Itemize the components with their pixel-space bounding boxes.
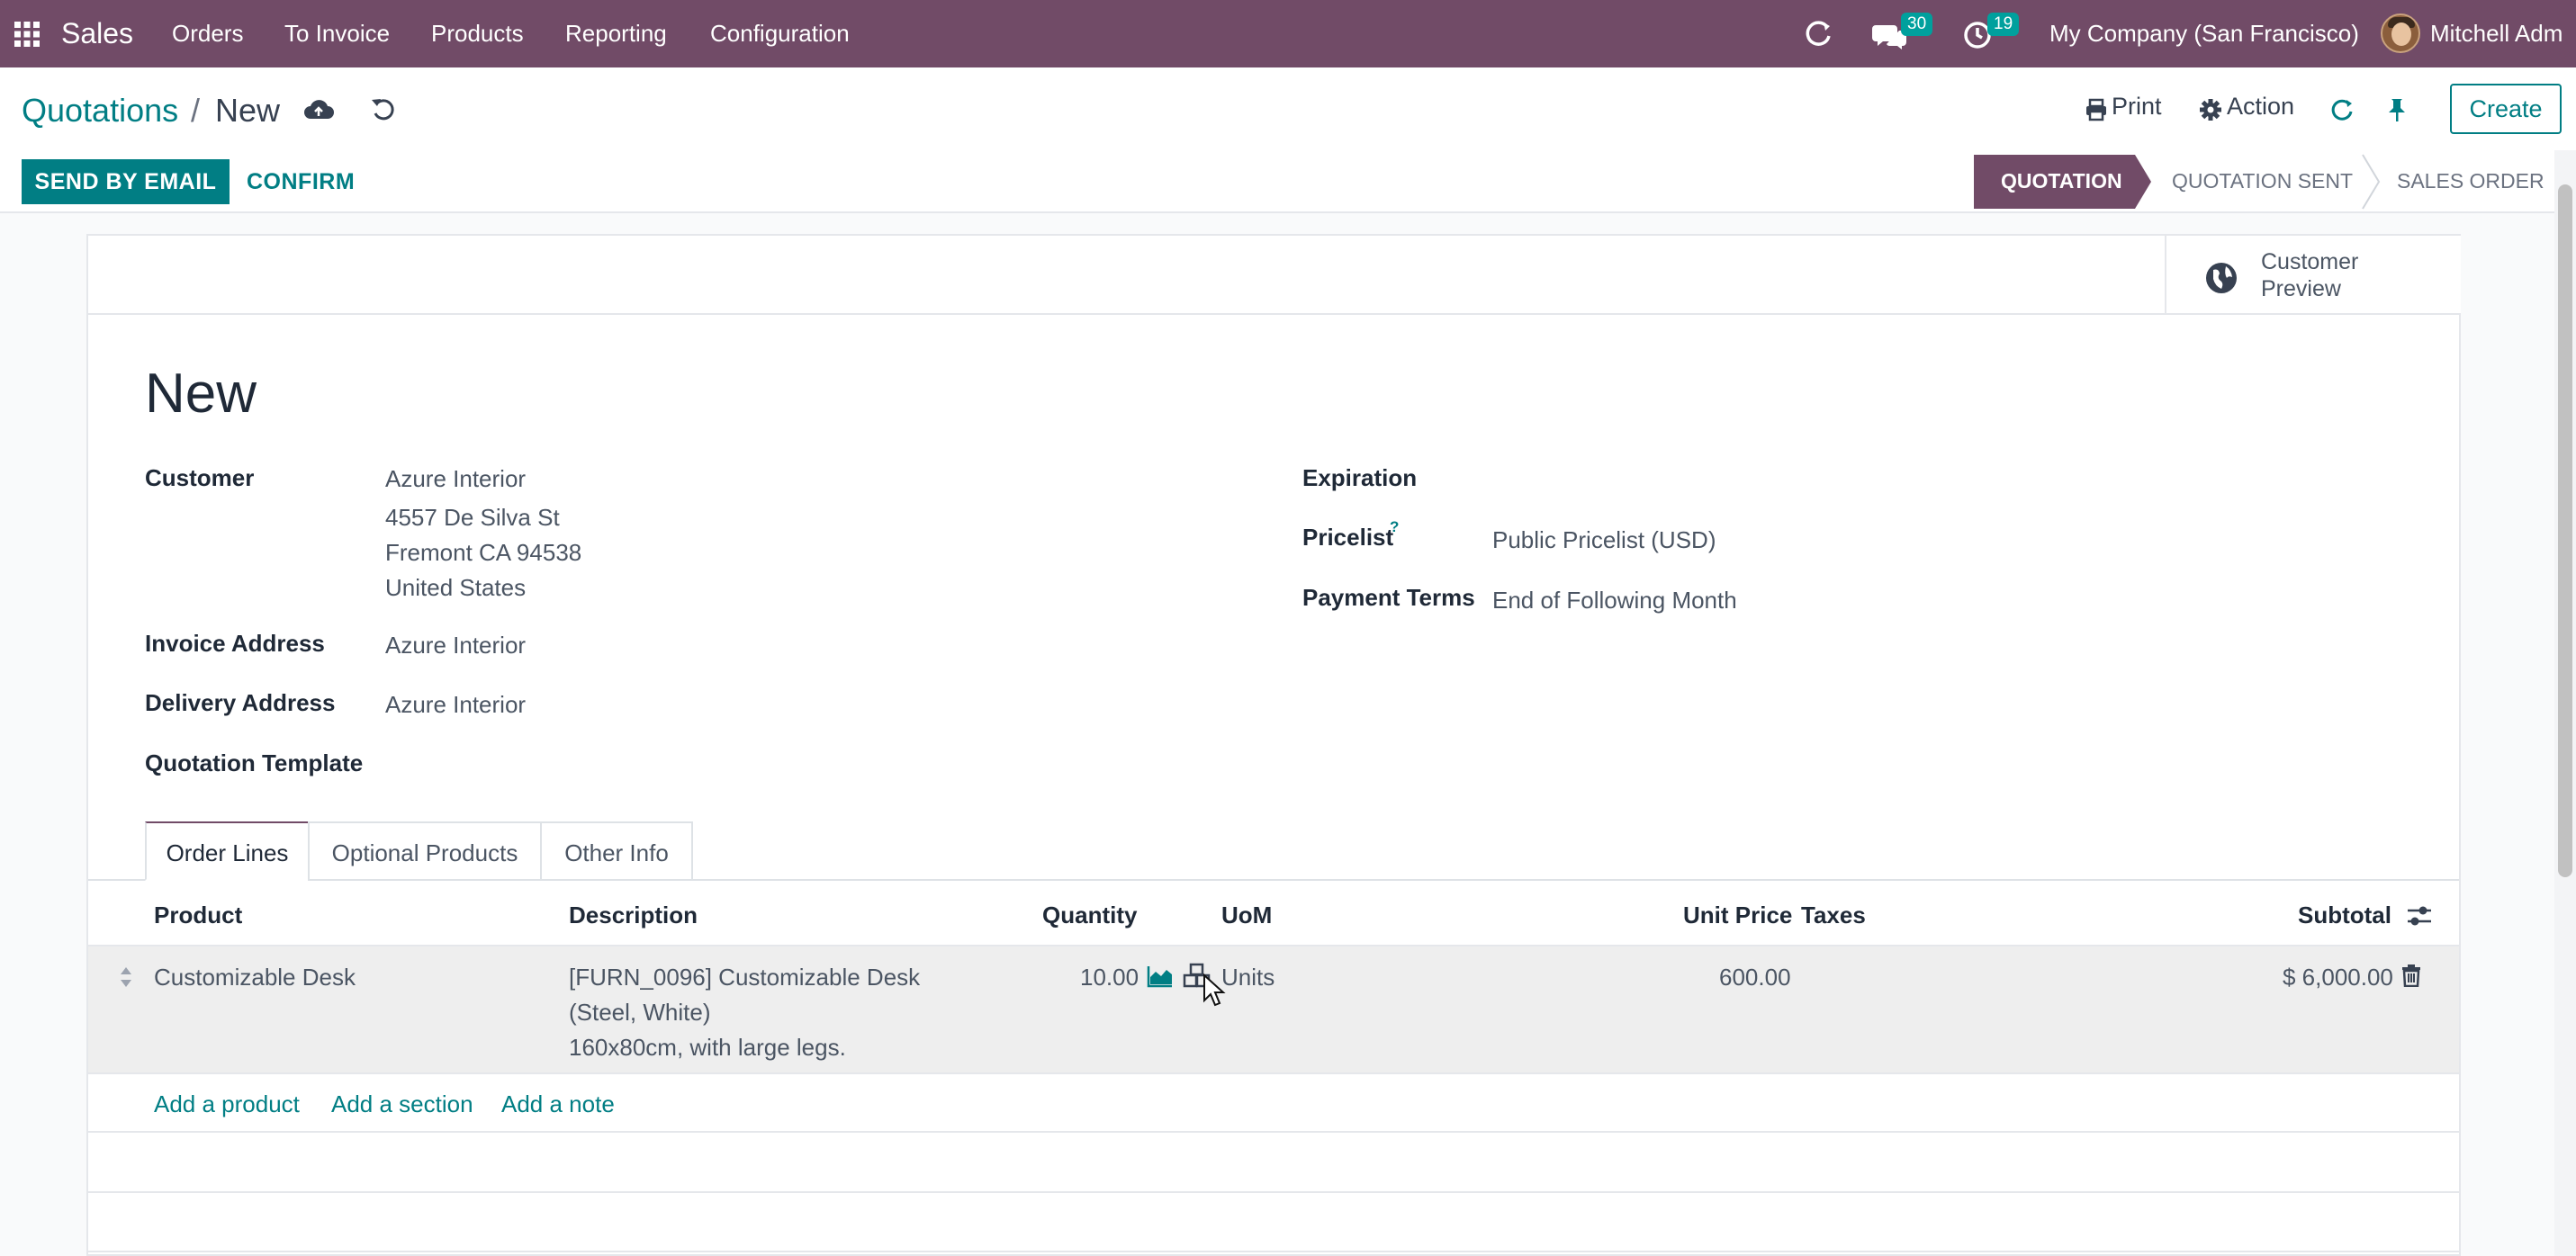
button-box-divider — [88, 313, 2459, 315]
row-unit-price[interactable]: 600.00 — [1719, 964, 1791, 991]
row-subtotal: $ 6,000.00 — [2283, 964, 2393, 991]
empty-row-divider — [88, 1131, 2459, 1133]
breadcrumb-separator: / — [191, 92, 201, 129]
empty-row-divider — [88, 1191, 2459, 1193]
forecast-chart-icon[interactable] — [1147, 964, 1174, 988]
activities-count-badge: 19 — [1987, 13, 2020, 36]
stage-quotation[interactable]: QUOTATION — [2001, 154, 2122, 208]
discard-undo-icon[interactable] — [369, 95, 398, 124]
customer-field[interactable]: Azure Interior — [385, 465, 526, 493]
empty-row-divider — [88, 1251, 2459, 1252]
menu-reporting[interactable]: Reporting — [565, 0, 667, 67]
menu-configuration[interactable]: Configuration — [710, 0, 850, 67]
expiration-label: Expiration — [1302, 464, 1418, 491]
tab-order-lines[interactable]: Order Lines — [145, 821, 310, 881]
breadcrumb-current: New — [215, 92, 281, 129]
optional-columns-toggle-icon[interactable] — [2406, 903, 2433, 929]
add-section-link[interactable]: Add a section — [331, 1090, 473, 1118]
add-note-link[interactable]: Add a note — [501, 1090, 615, 1118]
trash-icon[interactable] — [2401, 964, 2421, 988]
breadcrumb-quotations[interactable]: Quotations — [22, 92, 178, 130]
row-product[interactable]: Customizable Desk — [154, 964, 356, 991]
apps-menu-icon[interactable] — [13, 20, 41, 49]
customer-label: Customer — [145, 464, 255, 491]
print-button[interactable]: Print — [2112, 93, 2162, 121]
customer-address-line: United States — [385, 574, 527, 601]
add-product-link[interactable]: Add a product — [154, 1090, 300, 1118]
row-description-line[interactable]: 160x80cm, with large legs. — [569, 1034, 846, 1062]
send-by-email-button[interactable]: SEND BY EMAIL — [22, 159, 230, 204]
column-unit-price[interactable]: Unit Price — [1683, 902, 1792, 929]
action-button[interactable]: Action — [2227, 93, 2294, 121]
globe-icon — [2204, 261, 2238, 295]
menu-products[interactable]: Products — [431, 0, 524, 67]
customer-preview-line2: Preview — [2261, 276, 2341, 301]
row-uom[interactable]: Units — [1221, 964, 1274, 991]
column-product[interactable]: Product — [154, 902, 242, 929]
chatter-sync-icon[interactable] — [2329, 97, 2355, 122]
stage-quotation-sent[interactable]: QUOTATION SENT — [2172, 154, 2353, 208]
save-cloud-icon[interactable] — [302, 97, 335, 122]
confirm-button[interactable]: CONFIRM — [247, 159, 355, 204]
user-avatar[interactable] — [2381, 13, 2420, 53]
row-divider — [88, 1072, 2459, 1074]
pricelist-help-tooltip[interactable]: ? — [1390, 518, 1399, 536]
column-description[interactable]: Description — [569, 902, 698, 929]
tab-optional-products[interactable]: Optional Products — [308, 821, 542, 881]
payment-terms-label: Payment Terms — [1302, 584, 1475, 611]
tab-other-info[interactable]: Other Info — [540, 821, 693, 881]
print-icon[interactable] — [2085, 98, 2108, 121]
menu-to-invoice[interactable]: To Invoice — [284, 0, 390, 67]
user-menu[interactable]: Mitchell Adm — [2430, 0, 2562, 67]
quotation-template-field[interactable] — [385, 743, 1195, 779]
menu-orders[interactable]: Orders — [172, 0, 243, 67]
quotation-template-label: Quotation Template — [145, 749, 364, 776]
drag-handle-icon[interactable] — [119, 965, 133, 989]
company-switcher[interactable]: My Company (San Francisco) — [2049, 0, 2359, 67]
gear-icon[interactable] — [2199, 98, 2222, 121]
invoice-address-label: Invoice Address — [145, 630, 325, 657]
expiration-field[interactable] — [1492, 459, 2392, 495]
customer-preview-line1: Customer — [2261, 249, 2359, 274]
create-button[interactable]: Create — [2450, 84, 2562, 134]
column-subtotal[interactable]: Subtotal — [2298, 902, 2391, 929]
row-quantity[interactable]: 10.00 — [1080, 964, 1139, 991]
pricelist-field[interactable]: Public Pricelist (USD) — [1492, 526, 1716, 554]
top-navbar: Sales Orders To Invoice Products Reporti… — [0, 0, 2576, 67]
discuss-icon[interactable] — [1802, 18, 1834, 50]
control-panel: Quotations / New Print Action Create — [0, 67, 2576, 152]
pin-icon[interactable] — [2385, 97, 2409, 122]
delivery-address-field[interactable]: Azure Interior — [385, 691, 526, 719]
invoice-address-field[interactable]: Azure Interior — [385, 632, 526, 659]
customer-address-line: Fremont CA 94538 — [385, 539, 582, 566]
status-bar: SEND BY EMAIL CONFIRM QUOTATION QUOTATIO… — [0, 150, 2554, 213]
record-title: New — [145, 363, 257, 425]
messages-count-badge: 30 — [1901, 13, 1933, 36]
customer-preview-button[interactable]: Customer Preview — [2165, 236, 2461, 313]
row-description-line[interactable]: (Steel, White) — [569, 999, 711, 1027]
column-quantity[interactable]: Quantity — [1042, 902, 1137, 929]
column-taxes[interactable]: Taxes — [1801, 902, 1866, 929]
stage-sales-order[interactable]: SALES ORDER — [2397, 154, 2544, 208]
delivery-address-label: Delivery Address — [145, 689, 336, 716]
column-uom[interactable]: UoM — [1221, 902, 1272, 929]
pricelist-label: Pricelist — [1302, 524, 1394, 551]
payment-terms-field[interactable]: End of Following Month — [1492, 587, 1737, 615]
app-name[interactable]: Sales — [61, 0, 133, 67]
scrollbar-thumb[interactable] — [2558, 184, 2572, 877]
customer-address-line: 4557 De Silva St — [385, 504, 560, 531]
row-description-line[interactable]: [FURN_0096] Customizable Desk — [569, 964, 920, 991]
